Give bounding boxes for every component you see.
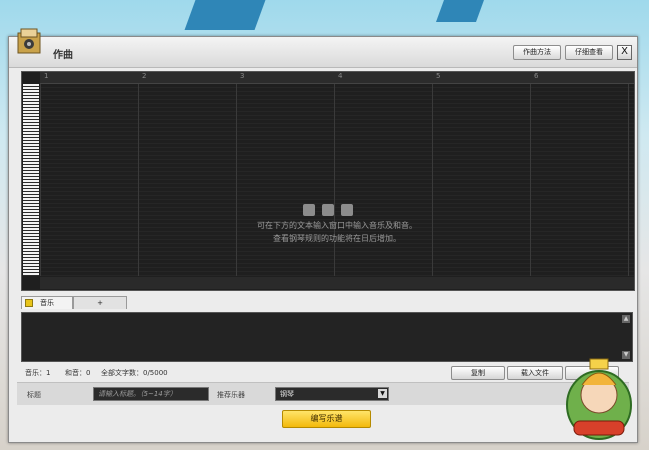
- instrument-select[interactable]: 钢琴 ▼: [275, 387, 389, 401]
- instrument-value: 钢琴: [280, 390, 294, 398]
- load-file-button[interactable]: 载入文件: [507, 366, 563, 380]
- box-icon: [17, 28, 41, 54]
- compose-window: 作曲 作曲方法 仔细查看 X 1 2 3 4 5 6 可在下方的文本输入窗口中输…: [8, 28, 638, 443]
- note-grid[interactable]: [40, 84, 634, 276]
- track-color-icon: [25, 299, 33, 307]
- dropdown-arrow-icon[interactable]: ▼: [378, 389, 387, 398]
- game-background: [0, 0, 649, 36]
- compose-method-button[interactable]: 作曲方法: [513, 45, 561, 60]
- scroll-up-icon[interactable]: ▲: [622, 315, 630, 323]
- copy-button[interactable]: 复制: [451, 366, 505, 380]
- instrument-label: 推荐乐器: [217, 391, 245, 399]
- total-chars: 全部文字数：0/5000: [101, 369, 168, 377]
- measure-number: 2: [142, 72, 147, 80]
- tab-music[interactable]: 音乐: [21, 296, 73, 309]
- measure-number: 1: [44, 72, 49, 80]
- chord-count: 和音：0: [65, 369, 91, 377]
- tab-label: 音乐: [40, 299, 54, 307]
- title-label: 标题: [27, 391, 41, 399]
- song-info-bar: 标题 请输入标题。（5~14字） 推荐乐器 钢琴 ▼: [17, 382, 629, 405]
- hint-line-1: 可在下方的文本输入窗口中输入音乐及和音。: [257, 221, 417, 230]
- title-input[interactable]: 请输入标题。（5~14字）: [93, 387, 209, 401]
- measure-ruler: 1 2 3 4 5 6: [40, 72, 634, 84]
- measure-number: 5: [436, 72, 441, 80]
- measure-number: 4: [338, 72, 343, 80]
- horizontal-scrollbar[interactable]: [40, 277, 634, 289]
- compose-score-button[interactable]: 编写乐谱: [282, 410, 371, 428]
- piano-keys-icon: [23, 84, 39, 276]
- detail-view-button[interactable]: 仔细查看: [565, 45, 613, 60]
- window-title: 作曲: [53, 50, 73, 61]
- melody-count: 音乐：1: [25, 369, 51, 377]
- close-icon[interactable]: X: [617, 45, 632, 60]
- piano-roll-editor[interactable]: 1 2 3 4 5 6 可在下方的文本输入窗口中输入音乐及和音。 查看钢琴规则的…: [21, 71, 635, 291]
- hint-line-2: 查看钢琴规则的功能将在日后增加。: [273, 234, 401, 243]
- mascot-badge-icon: [566, 358, 632, 440]
- title-bar: 作曲 作曲方法 仔细查看 X: [9, 28, 637, 68]
- measure-number: 3: [240, 72, 245, 80]
- music-text-input[interactable]: ▲ ▼: [21, 312, 633, 362]
- add-tab-button[interactable]: +: [73, 296, 127, 309]
- measure-number: 6: [534, 72, 539, 80]
